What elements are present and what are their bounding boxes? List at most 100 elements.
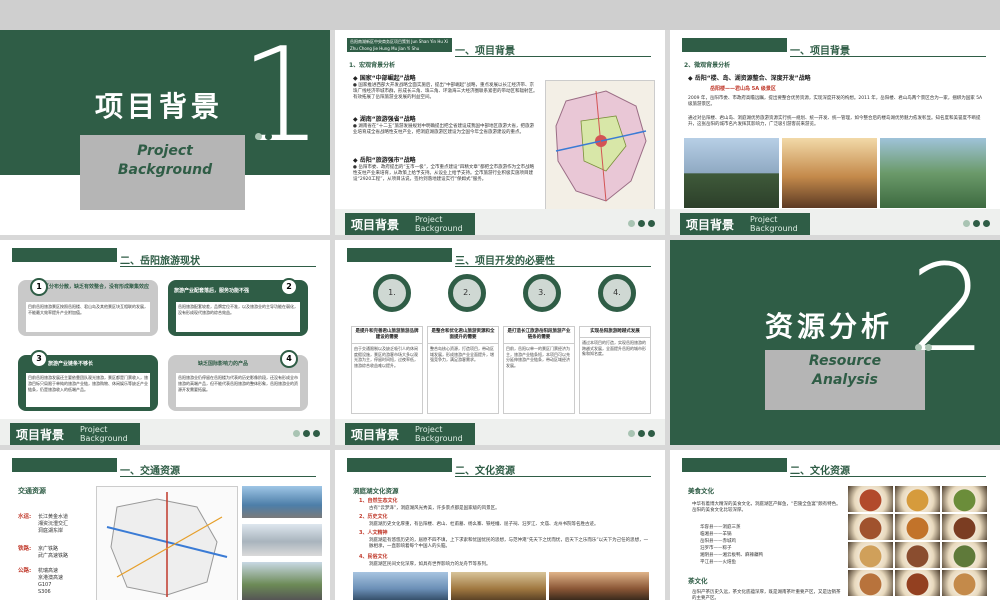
culture-photo-1 xyxy=(353,572,448,600)
footer: 项目背景 Project Background xyxy=(335,209,665,235)
footer-subtitle: Project Background xyxy=(80,425,128,443)
point-body-1: ● 国家推进西部大开发战略全面实施后，提出“中部崛起”战略，重点发展以长江经济带… xyxy=(353,83,538,100)
reason-card-1: 是提升和完善君山旅游旅游品牌建设的需要 由于交通限制以及缺乏吸引人的休闲度假设施，… xyxy=(351,326,423,414)
transport-map-image xyxy=(96,486,238,600)
slide-title: 项目背景 xyxy=(95,90,224,123)
sub-heading: 1、宏观背景分析 xyxy=(349,62,396,69)
header-divider xyxy=(455,56,651,57)
header-strip: 岳阳南湖新区中央商务区项目策划 Jun Shan Yin Hu Xi Zhu C… xyxy=(347,38,452,52)
culture-body-2: 洞庭湖历史文化厚重，有岳阳楼、君山、杜甫墓、杨幺寨、铁经幢、屈子祠、汨罗江、文庙… xyxy=(369,522,599,527)
point-title-1: ◆ 国家“中部崛起”战略 xyxy=(353,75,416,82)
reason-card-3: 是打造长江旅游岳阳段旅游产业链条的需要 目前，岳阳以单一的景区门票经济为主，旅游产… xyxy=(503,326,575,414)
point-title-2: ◆ 湖南“旅游强省”战略 xyxy=(353,116,416,123)
header-divider xyxy=(455,266,651,267)
region-map-image xyxy=(545,80,655,212)
food-title: 美食文化 xyxy=(688,487,714,495)
section-title: 三、项目开发的必要性 xyxy=(455,256,555,267)
decor-dots xyxy=(255,133,272,140)
slide-number: 1 xyxy=(240,30,323,171)
header-strip xyxy=(12,458,117,472)
food-photo xyxy=(895,486,940,512)
slide-thumbnail-1[interactable]: 项目背景 1 Project Background xyxy=(0,30,330,235)
footer: 项目背景 Project Background xyxy=(335,419,665,445)
header-divider xyxy=(120,476,316,477)
issue-title: 旅游产业配套落后，服务功能不强 xyxy=(174,288,250,294)
slide-thumbnail-8[interactable]: 二、文化资源 洞庭湖文化资源 1、自然生态文化 古有“云梦泽”，洞庭湖风光秀美，… xyxy=(335,450,665,600)
reason-body: 通过本项目的打造，实现岳阳旅游的跨越式发展，全面提升岳阳的城市形象和知名度。 xyxy=(582,340,646,356)
section-title: 二、文化资源 xyxy=(790,466,850,477)
reason-card-4: 实现岳阳旅游跨越式发展通过本项目的打造，实现岳阳旅游的跨越式发展，全面提升岳阳的… xyxy=(579,326,651,414)
food-photo xyxy=(942,570,987,596)
reason-title: 是整合和优化君山旅游资源和全面提升的需要 xyxy=(428,327,498,344)
issue-body: 目前岳阳旅游景区按照岳阳楼、君山岛及其他景区块互相联的发展，不能最大效率提升产业… xyxy=(26,302,150,332)
body-text-2: 通过对岳阳楼、君山岛、洞庭湖优势旅游资源实行统一规划、统一开发、统一管理，如今整… xyxy=(688,116,981,127)
point-body-3: ● 岳阳市委、政府提出的“五市一极”，全市重点建设“四精文章”都把全市旅游作为全… xyxy=(353,165,535,182)
slide-thumbnail-5[interactable]: 三、项目开发的必要性 项目背景 Project Background 1. 2. 3.… xyxy=(335,240,665,445)
header-strip xyxy=(682,458,787,472)
point-body-2: ● 湖南省在“十二五”旅游发展规划中明确提出把全省建设成我国中部地区旅游大省，把… xyxy=(353,124,535,135)
culture-title-4: 4、民俗文化 xyxy=(359,554,388,560)
header-divider xyxy=(790,56,986,57)
subtitle-en: Project Background xyxy=(117,143,213,178)
section-title: 一、交通资源 xyxy=(120,466,180,477)
reason-title: 是打造长江旅游岳阳段旅游产业链条的需要 xyxy=(504,327,574,344)
header-strip xyxy=(682,38,787,52)
food-photo xyxy=(895,542,940,568)
food-photo xyxy=(848,514,893,540)
step-circle-4: 4. xyxy=(598,274,636,312)
culture-body-3: 洞庭湖是有悠悠历史的，居原不四不填，上下求索和忧国忧民的思想，与范仲淹“先天下之… xyxy=(369,538,649,549)
culture-body-1: 古有“云梦泽”，洞庭湖风光秀美，许多景点都是国家级的风景区。 xyxy=(369,506,500,511)
footer-title: 项目背景 xyxy=(686,218,735,232)
point-title-3: ◆ 岳阳“旅游强市”战略 xyxy=(353,157,416,164)
body-text-1: 2009 年，岳阳市委、市政府高瞻远瞩，提出要整合优势资源，实现深度开发的构想。… xyxy=(688,96,983,107)
slide-thumbnail-6[interactable]: 资源分析 2 Resource Analysis xyxy=(670,240,1000,445)
dish-item: 岳阳县——赤城鸡 xyxy=(700,539,736,544)
reason-title: 实现岳阳旅游跨越式发展 xyxy=(580,327,650,338)
issue-title: 旅游产业链条不够长 xyxy=(48,361,94,367)
header-divider xyxy=(455,476,651,477)
resource-label: 交通资源 xyxy=(18,487,46,495)
step-circle-1: 1. xyxy=(373,274,411,312)
food-body: 中华有着博大精深的美食文化，洞庭湖区产鲜鱼，“巴陵全鱼宴”颇有特色。岳阳的美食文… xyxy=(692,502,841,513)
issue-body: 岳阳旅游业仍停留在岳阳楼为代表的历史影像阶段，还没有形成全市旅游的高端产品，但不… xyxy=(176,373,300,407)
footer-subtitle: Project Background xyxy=(750,215,798,233)
dish-item: 华容县——洞庭三蒸 xyxy=(700,525,741,530)
footer: 项目背景 Project Background xyxy=(0,419,330,445)
section-title: 二、岳阳旅游现状 xyxy=(120,256,200,267)
step-number: 2. xyxy=(463,288,471,297)
header-divider xyxy=(790,476,986,477)
culture-photo-2 xyxy=(451,572,546,600)
reason-body: 由于交通限制以及缺乏吸引人的休闲度假设施，景区的游客市场大多以观光游为主，停留时… xyxy=(354,346,418,368)
issue-number-2: 2 xyxy=(280,278,298,296)
section-title: 一、项目背景 xyxy=(455,46,515,57)
highlight-text: 岳阳楼——君山岛 5A 级景区 xyxy=(710,86,776,92)
food-photo xyxy=(942,486,987,512)
reason-card-2: 是整合和优化君山旅游资源和全面提升的需要 整合岛核心资源，打造项目，带动区域发展，… xyxy=(427,326,499,414)
dish-item: 临湘县——羊锅 xyxy=(700,532,732,537)
rail-value: 京广铁路 武广高速铁路 xyxy=(38,546,69,559)
step-number: 3. xyxy=(538,288,546,297)
sub-heading: 2、微观背景分析 xyxy=(684,62,731,69)
step-circle-3: 3. xyxy=(523,274,561,312)
slide-thumbnail-2[interactable]: 岳阳南湖新区中央商务区项目策划 Jun Shan Yin Hu Xi Zhu C… xyxy=(335,30,665,235)
dish-item: 平江县——火焙鱼 xyxy=(700,560,736,565)
food-photo xyxy=(895,514,940,540)
food-photo xyxy=(895,570,940,596)
step-number: 1. xyxy=(388,288,396,297)
top-gray-bar xyxy=(0,0,1000,30)
culture-photo-3 xyxy=(549,572,649,600)
resource-label: 洞庭湖文化资源 xyxy=(353,487,399,495)
issue-number-3: 3 xyxy=(30,350,48,368)
transport-photo-2 xyxy=(242,524,322,556)
dish-item: 汨罗市——粽子 xyxy=(700,546,732,551)
slide-thumbnail-3[interactable]: 一、项目背景 2、微观背景分析 ◆ 岳阳“楼、岛、湖资源整合、深度开发”战略 岳… xyxy=(670,30,1000,235)
slide-thumbnail-7[interactable]: 一、交通资源 交通资源 水运: 长江黄金水道 湘资沅澧交汇 洞庭湖东岸 铁路: … xyxy=(0,450,330,600)
food-photo xyxy=(848,486,893,512)
footer-subtitle: Project Background xyxy=(415,215,463,233)
slide-thumbnail-9[interactable]: 二、文化资源 美食文化 中华有着博大精深的美食文化，洞庭湖区产鲜鱼，“巴陵全鱼宴… xyxy=(670,450,1000,600)
header-divider xyxy=(120,266,316,267)
footer-title: 项目背景 xyxy=(16,428,65,442)
point-title: ◆ 岳阳“楼、岛、湖资源整合、深度开发”战略 xyxy=(688,75,811,82)
slide-thumbnail-4[interactable]: 二、岳阳旅游现状 景区分布分散，缺乏有效整合，没有形成聚集效应 目前岳阳旅游景区… xyxy=(0,240,330,445)
header-strip xyxy=(347,458,452,472)
